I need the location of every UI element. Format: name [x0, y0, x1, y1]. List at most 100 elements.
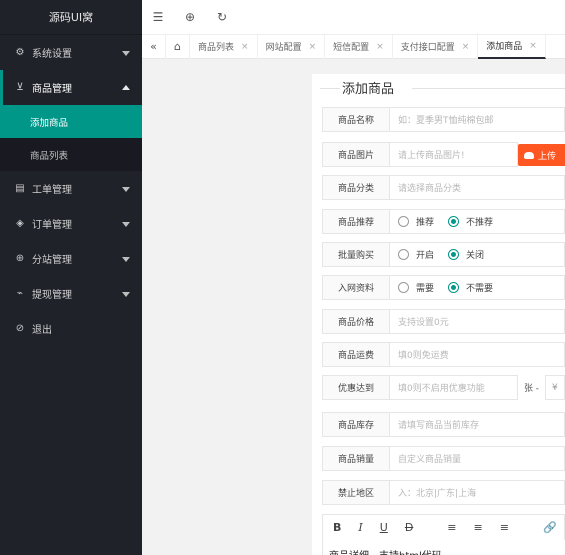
- strikethrough-icon[interactable]: D: [405, 521, 413, 534]
- field-label: 商品名称: [322, 107, 390, 132]
- gear-icon: ⚙: [15, 47, 25, 58]
- tabs-scroll-left-icon[interactable]: «: [142, 34, 166, 59]
- tab-site-config[interactable]: 网站配置 ×: [258, 34, 326, 59]
- radio-label: 不推荐: [466, 218, 494, 228]
- sidebar-subitem-product-list[interactable]: 商品列表: [0, 138, 142, 171]
- category-select[interactable]: 请选择商品分类: [390, 175, 565, 200]
- sidebar-item-order-management[interactable]: ◈ 订单管理: [0, 206, 142, 241]
- discount-input[interactable]: 填0则不启用优惠功能: [390, 375, 518, 400]
- radio-not-recommend[interactable]: 不推荐: [448, 215, 493, 228]
- sidebar-item-label: 分站管理: [32, 255, 72, 266]
- radio-disable[interactable]: 关闭: [448, 248, 484, 261]
- align-left-icon[interactable]: ≡: [447, 521, 456, 534]
- radio-circle-icon: [398, 282, 409, 293]
- radio-label: 开启: [416, 251, 435, 261]
- close-icon[interactable]: ×: [529, 41, 537, 51]
- field-label: 批量购买: [322, 242, 390, 267]
- home-icon[interactable]: ⌂: [166, 34, 190, 59]
- upload-button-label: 上传: [538, 151, 557, 162]
- chevron-down-icon: [122, 256, 130, 262]
- tab-label: 短信配置: [333, 43, 370, 53]
- sidebar-item-logout[interactable]: ⊘ 退出: [0, 311, 142, 346]
- globe-icon[interactable]: ⊕: [174, 10, 206, 24]
- bulk-radio-group: 开启 关闭: [390, 242, 565, 267]
- radio-checked-icon: [448, 249, 460, 260]
- ticket-icon: ▤: [15, 183, 25, 194]
- product-image-input[interactable]: 请上传商品图片!: [390, 142, 518, 167]
- radio-label: 推荐: [416, 218, 435, 228]
- top-bar: ☰ ⊕ ↻: [142, 0, 565, 35]
- discount-amount-input[interactable]: ¥: [545, 375, 565, 400]
- bold-icon[interactable]: B: [333, 521, 341, 534]
- form-legend: 添加商品: [312, 74, 565, 102]
- sidebar-item-label: 提现管理: [32, 290, 72, 301]
- form-row-stock: 商品库存 请填写商品当前库存: [322, 412, 565, 437]
- sidebar-item-system-settings[interactable]: ⚙ 系统设置: [0, 35, 142, 70]
- sidebar-item-withdraw-management[interactable]: ⌁ 提现管理: [0, 276, 142, 311]
- radio-label: 不需要: [466, 284, 494, 294]
- menu-toggle-icon[interactable]: ☰: [142, 10, 174, 24]
- shipping-input[interactable]: 填0则免运费: [390, 342, 565, 367]
- shield-icon: ⊘: [15, 323, 25, 334]
- network-radio-group: 需要 不需要: [390, 275, 565, 300]
- tab-label: 添加商品: [486, 42, 523, 52]
- close-icon[interactable]: ×: [309, 42, 317, 52]
- chevron-up-icon: [122, 84, 130, 90]
- divider: [412, 88, 565, 89]
- cloud-upload-icon: [524, 151, 534, 159]
- region-input[interactable]: 入：北京|广东|上海: [390, 480, 565, 505]
- discount-unit: 张 -: [523, 384, 540, 394]
- link-icon[interactable]: 🔗: [543, 521, 557, 534]
- tab-label: 商品列表: [198, 43, 235, 53]
- sidebar-item-label: 退出: [32, 325, 52, 336]
- close-icon[interactable]: ×: [462, 42, 470, 52]
- field-label: 禁止地区: [322, 480, 390, 505]
- sidebar-item-substation-management[interactable]: ⊕ 分站管理: [0, 241, 142, 276]
- radio-recommend[interactable]: 推荐: [398, 215, 434, 228]
- logo: 源码UI窝: [0, 0, 142, 35]
- product-name-input[interactable]: 如：夏季男T恤纯棉包邮: [390, 107, 565, 132]
- radio-no-need[interactable]: 不需要: [448, 281, 493, 294]
- sidebar-item-label: 商品管理: [32, 84, 72, 95]
- close-icon[interactable]: ×: [376, 42, 384, 52]
- radio-enable[interactable]: 开启: [398, 248, 434, 261]
- align-center-icon[interactable]: ≡: [474, 521, 483, 534]
- stock-input[interactable]: 请填写商品当前库存: [390, 412, 565, 437]
- form-row-name: 商品名称 如：夏季男T恤纯棉包邮: [322, 107, 565, 132]
- tab-label: 网站配置: [265, 43, 302, 53]
- field-label: 商品销量: [322, 446, 390, 471]
- tab-bar: « ⌂ 商品列表 × 网站配置 × 短信配置 × 支付接口配置 × 添加商品 ×: [142, 34, 565, 59]
- align-right-icon[interactable]: ≡: [500, 521, 509, 534]
- underline-icon[interactable]: U: [380, 521, 388, 534]
- sidebar-item-label: 订单管理: [32, 220, 72, 231]
- sidebar-item-label: 系统设置: [32, 49, 72, 60]
- tab-product-list[interactable]: 商品列表 ×: [190, 34, 258, 59]
- sidebar-item-product-management[interactable]: ⊻ 商品管理: [0, 70, 142, 105]
- sidebar-item-label: 工单管理: [32, 185, 72, 196]
- form-row-image: 商品图片 请上传商品图片!: [322, 142, 518, 167]
- tab-payment-config[interactable]: 支付接口配置 ×: [393, 34, 479, 59]
- refresh-icon[interactable]: ↻: [206, 10, 238, 24]
- radio-circle-icon: [398, 249, 409, 260]
- field-label: 商品运费: [322, 342, 390, 367]
- field-label: 入网资料: [322, 275, 390, 300]
- sales-input[interactable]: 自定义商品销量: [390, 446, 565, 471]
- tab-sms-config[interactable]: 短信配置 ×: [325, 34, 393, 59]
- form-row-price: 商品价格 支持设置0元: [322, 309, 565, 334]
- form-row-category: 商品分类 请选择商品分类: [322, 175, 565, 200]
- close-icon[interactable]: ×: [241, 42, 249, 52]
- radio-circle-icon: [398, 216, 409, 227]
- upload-button[interactable]: 上传: [518, 144, 565, 166]
- sidebar-item-ticket-management[interactable]: ▤ 工单管理: [0, 171, 142, 206]
- field-label: 商品图片: [322, 142, 390, 167]
- field-label: 优惠达到: [322, 375, 390, 400]
- cart-icon: ⊻: [16, 82, 24, 93]
- price-input[interactable]: 支持设置0元: [390, 309, 565, 334]
- tab-add-product[interactable]: 添加商品 ×: [478, 34, 546, 59]
- radio-need[interactable]: 需要: [398, 281, 434, 294]
- italic-icon[interactable]: I: [358, 521, 362, 534]
- form-row-recommend: 商品推荐 推荐 不推荐: [322, 209, 565, 234]
- editor-body[interactable]: 商品详细，支持html代码: [322, 540, 565, 555]
- sidebar-subitem-add-product[interactable]: 添加商品: [0, 105, 142, 138]
- field-label: 商品推荐: [322, 209, 390, 234]
